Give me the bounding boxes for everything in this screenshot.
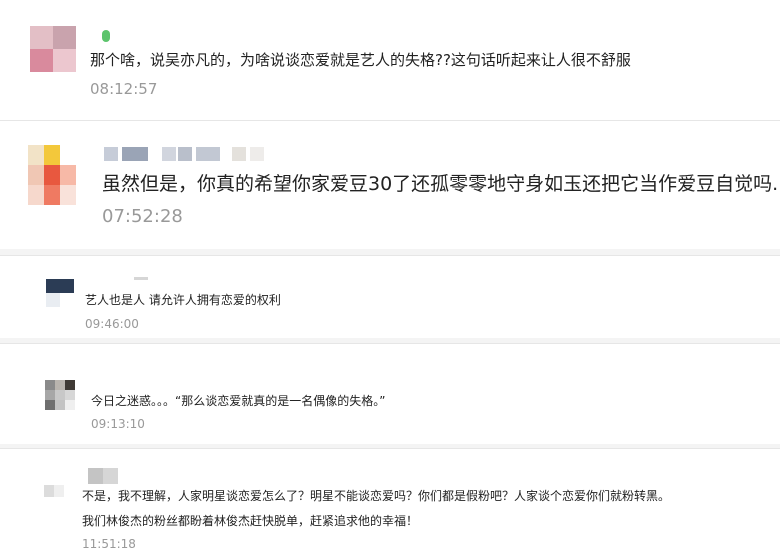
comment-card-4: 今日之迷惑。。。“那么谈恋爱就真的是一名偶像的失格。” 09:13:10 xyxy=(0,344,780,444)
comment-card-5: 不是，我不理解，人家明星谈恋爱怎么了？明星不能谈恋爱吗？你们都是假粉吧？人家谈个… xyxy=(0,449,780,553)
comment-text: 艺人也是人 请允许人拥有恋爱的权利 xyxy=(85,293,281,307)
comment-text-line-2: 我们林俊杰的粉丝都盼着林俊杰赶快脱单，赶紧追求他的幸福！ xyxy=(82,514,419,528)
comment-feed: 那个啥，说吴亦凡的，为啥说谈恋爱就是艺人的失格??这句话听起来让人很不舒服 08… xyxy=(0,0,780,553)
comment-text: 虽然但是，你真的希望你家爱豆30了还孤零零地守身如玉还把它当作爱豆自觉吗. xyxy=(102,173,779,195)
comment-text: 那个啥，说吴亦凡的，为啥说谈恋爱就是艺人的失格??这句话听起来让人很不舒服 xyxy=(90,51,631,69)
username-redacted xyxy=(134,277,148,280)
comment-timestamp: 07:52:28 xyxy=(102,206,183,227)
comment-timestamp: 11:51:18 xyxy=(82,537,136,551)
avatar[interactable] xyxy=(30,26,76,72)
avatar[interactable] xyxy=(44,485,64,497)
avatar[interactable] xyxy=(46,279,74,307)
comment-timestamp: 09:46:00 xyxy=(85,317,139,331)
username-redacted xyxy=(104,147,272,161)
comment-card-3: 艺人也是人 请允许人拥有恋爱的权利 09:46:00 xyxy=(0,256,780,338)
comment-card-2: 虽然但是，你真的希望你家爱豆30了还孤零零地守身如玉还把它当作爱豆自觉吗. 07… xyxy=(0,121,780,249)
username-redacted xyxy=(102,30,110,42)
comment-text-line-1: 不是，我不理解，人家明星谈恋爱怎么了？明星不能谈恋爱吗？你们都是假粉吧？人家谈个… xyxy=(82,489,671,503)
comment-text: 今日之迷惑。。。“那么谈恋爱就真的是一名偶像的失格。” xyxy=(91,394,386,408)
comment-timestamp: 08:12:57 xyxy=(90,80,158,98)
comment-card-1: 那个啥，说吴亦凡的，为啥说谈恋爱就是艺人的失格??这句话听起来让人很不舒服 08… xyxy=(0,0,780,120)
comment-timestamp: 09:13:10 xyxy=(91,417,145,431)
avatar[interactable] xyxy=(45,380,75,410)
avatar[interactable] xyxy=(28,145,76,205)
username-redacted xyxy=(88,468,118,484)
